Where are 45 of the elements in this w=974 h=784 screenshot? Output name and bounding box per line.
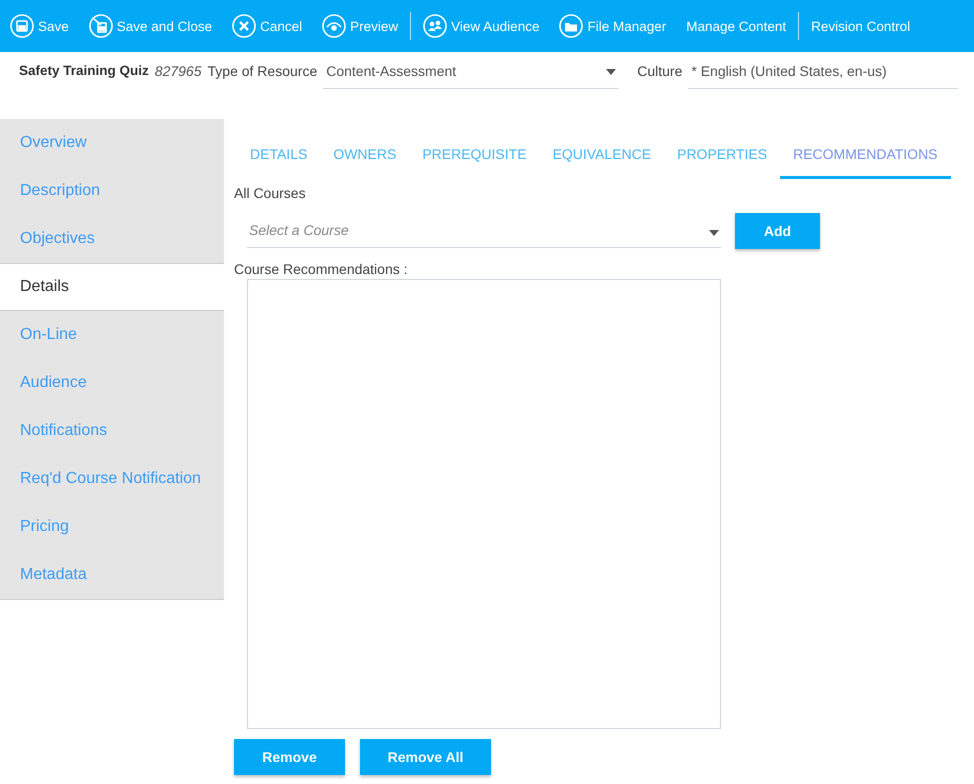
folder-icon xyxy=(559,14,584,38)
add-button[interactable]: Add xyxy=(735,213,820,249)
tab[interactable]: DETAILS xyxy=(237,134,320,179)
sidebar-item[interactable]: Pricing xyxy=(0,503,224,551)
sidebar-item[interactable]: Description xyxy=(0,167,224,215)
eye-icon xyxy=(322,14,346,38)
sidebar-item[interactable]: Audience xyxy=(0,359,224,407)
toolbar-button[interactable]: Manage Content xyxy=(686,18,786,34)
save-close-icon xyxy=(88,14,113,38)
field-label: Course Recommendations : xyxy=(234,261,409,277)
tab[interactable]: OWNERS xyxy=(320,134,410,179)
toolbar-button[interactable]: View Audience xyxy=(423,14,540,38)
tab[interactable]: PROPERTIES xyxy=(664,134,780,179)
sidebar-item[interactable]: Overview xyxy=(0,119,224,167)
tab[interactable]: PREREQUISITE xyxy=(409,134,540,179)
toolbar-button[interactable]: Save and Close xyxy=(88,14,212,38)
toolbar-button[interactable]: Preview xyxy=(322,14,398,38)
course-dropdown[interactable]: Select a Course xyxy=(247,213,721,248)
sidebar-item[interactable]: Objectives xyxy=(0,215,224,263)
remove-button[interactable]: Remove xyxy=(234,739,345,775)
sidebar-item[interactable]: Req'd Course Notification xyxy=(0,455,224,503)
toolbar-button[interactable]: File Manager xyxy=(559,14,666,38)
resource-id: 827965 xyxy=(154,62,202,79)
save-icon xyxy=(10,14,34,38)
people-icon xyxy=(423,14,448,38)
caret-icon xyxy=(709,230,719,236)
resource-type-dropdown[interactable]: Content-Assessment xyxy=(323,61,620,89)
field-label: All Courses xyxy=(234,185,307,201)
toolbar-button[interactable]: Save xyxy=(10,14,69,38)
sidebar-item[interactable]: Notifications xyxy=(0,407,224,455)
sidebar-item[interactable]: On-Line xyxy=(0,311,224,359)
culture-field[interactable]: * English (United States, en-us) xyxy=(688,61,958,89)
sidebar-item[interactable]: Details xyxy=(0,263,224,311)
field-label: Type of Resource xyxy=(208,62,318,79)
sidebar-item[interactable]: Metadata xyxy=(0,551,224,599)
recommendations-list[interactable] xyxy=(247,279,721,729)
tab[interactable]: RECOMMENDATIONS xyxy=(780,134,951,179)
tab[interactable]: EQUIVALENCE xyxy=(540,134,664,179)
remove-button[interactable]: Remove All xyxy=(360,739,491,775)
close-icon xyxy=(232,14,256,38)
resource-title: Safety Training Quiz xyxy=(19,62,149,78)
toolbar-button[interactable]: Revision Control xyxy=(811,18,910,34)
toolbar-button[interactable]: Cancel xyxy=(232,14,302,38)
field-label: Culture xyxy=(637,62,682,79)
caret-icon xyxy=(606,69,616,75)
